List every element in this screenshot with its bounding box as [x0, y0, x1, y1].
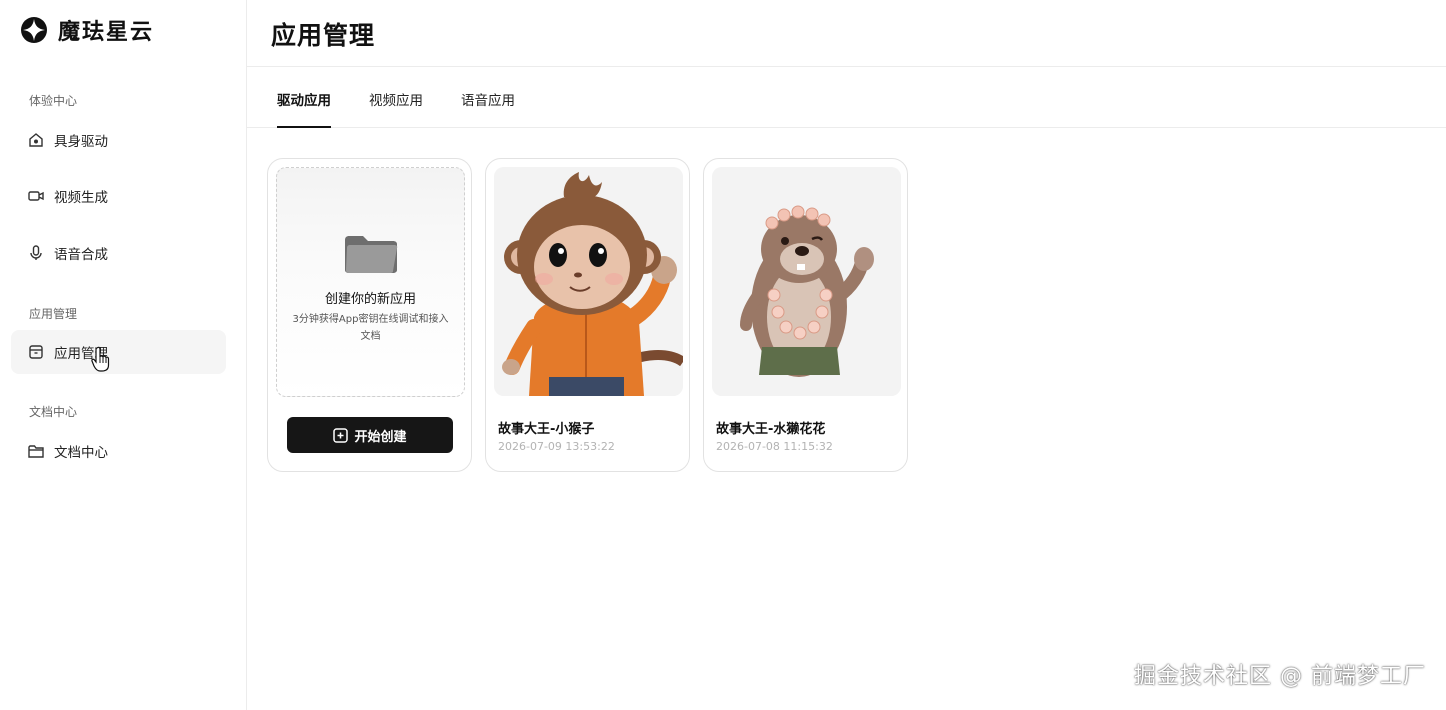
brand[interactable]: 魔珐星云 [20, 14, 154, 46]
create-app-card: 创建你的新应用 3分钟获得App密钥在线调试和接入文档 开始创建 [267, 158, 472, 472]
app-card-list: 创建你的新应用 3分钟获得App密钥在线调试和接入文档 开始创建 故事大王-小猴… [267, 158, 908, 472]
video-icon [27, 187, 45, 205]
microphone-icon [27, 244, 45, 262]
app-name: 故事大王-水獭花花 [716, 422, 826, 437]
sidebar-item-video-generation[interactable]: 视频生成 [11, 174, 226, 218]
topbar: 应用管理 [247, 0, 1446, 67]
start-create-button[interactable]: 开始创建 [287, 417, 453, 453]
app-created-time: 2026-07-08 11:15:32 [716, 440, 833, 453]
brand-logo-icon [21, 17, 47, 43]
box-icon [27, 343, 45, 361]
main-content: 应用管理 驱动应用 视频应用 语音应用 创建你的新应用 3分钟获得App密钥在线… [247, 0, 1446, 710]
tab-driver-apps[interactable]: 驱动应用 [277, 89, 331, 128]
section-label-experience: 体验中心 [29, 94, 78, 108]
app-avatar-image [712, 167, 901, 396]
create-app-zone[interactable]: 创建你的新应用 3分钟获得App密钥在线调试和接入文档 [276, 167, 465, 397]
section-label-docs: 文档中心 [29, 405, 78, 419]
create-app-title: 创建你的新应用 [324, 292, 416, 307]
tab-bar: 驱动应用 视频应用 语音应用 [247, 67, 1446, 128]
tab-video-apps[interactable]: 视频应用 [369, 89, 423, 127]
folder-icon [344, 236, 397, 273]
app-name: 故事大王-小猴子 [498, 422, 595, 437]
watermark: 掘金技术社区 @ 前端梦工厂 [1134, 664, 1426, 689]
otter-avatar-illustration [712, 167, 901, 396]
app-avatar-image [494, 167, 683, 396]
section-label-app-management: 应用管理 [29, 307, 78, 321]
sidebar-item-label: 语音合成 [54, 247, 108, 263]
tab-voice-apps[interactable]: 语音应用 [461, 89, 515, 127]
page-title: 应用管理 [271, 21, 376, 50]
sidebar-item-speech-synthesis[interactable]: 语音合成 [11, 231, 226, 275]
sidebar-item-app-management[interactable]: 应用管理 [11, 330, 226, 374]
sidebar-item-docs[interactable]: 文档中心 [11, 429, 226, 473]
app-created-time: 2026-07-09 13:53:22 [498, 440, 615, 453]
sidebar: 魔珐星云 体验中心 具身驱动 视频生成 语音合成 应用管理 应用管理 文档中心 … [0, 0, 247, 710]
folder-icon [27, 442, 45, 460]
hand-cursor-icon [91, 346, 110, 372]
sidebar-item-embodied-drive[interactable]: 具身驱动 [11, 118, 226, 162]
start-create-label: 开始创建 [354, 429, 407, 445]
create-app-description: 3分钟获得App密钥在线调试和接入文档 [292, 314, 449, 342]
sidebar-item-label: 具身驱动 [54, 134, 108, 150]
monkey-avatar-illustration [494, 167, 683, 396]
brand-name: 魔珐星云 [58, 20, 155, 45]
app-card[interactable]: 故事大王-小猴子 2026-07-09 13:53:22 [485, 158, 690, 472]
home-icon [27, 131, 45, 149]
sidebar-item-label: 文档中心 [54, 445, 108, 461]
app-card[interactable]: 故事大王-水獭花花 2026-07-08 11:15:32 [703, 158, 908, 472]
plus-square-icon [333, 427, 349, 443]
sidebar-item-label: 视频生成 [54, 190, 108, 206]
